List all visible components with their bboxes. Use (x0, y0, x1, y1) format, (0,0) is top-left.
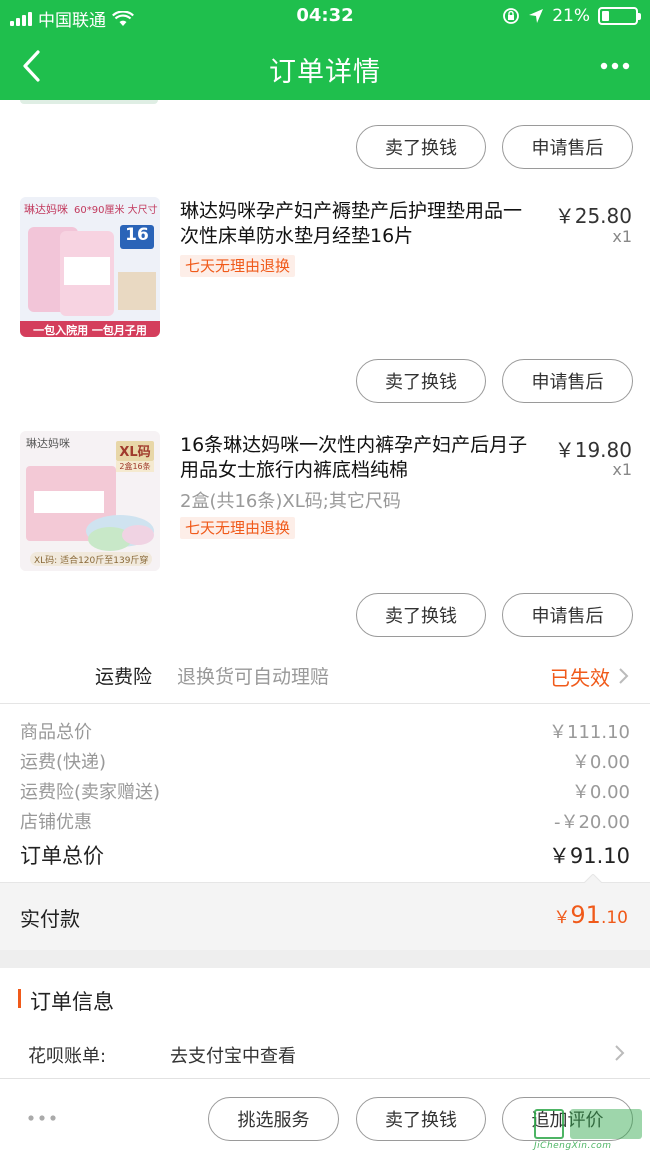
product-spec: 2盒(共16条)XL码;其它尺码 (180, 491, 401, 512)
paid-currency: ￥ (553, 908, 571, 928)
product-price: ￥19.80 (554, 438, 632, 462)
order-total-label: 订单总价 (20, 844, 104, 868)
watermark-logo (534, 1109, 564, 1139)
pad-package-image (20, 197, 160, 337)
thumb-size: 60*90厘米 大尺寸 (74, 205, 158, 216)
location-icon (529, 9, 544, 23)
summary-label: 运费险(卖家赠送) (20, 782, 161, 803)
huabei-label: 花呗账单: (28, 1046, 107, 1067)
summary-row: 运费(快递) ￥0.00 (20, 748, 630, 774)
watermark-url: JiChengXin.com (534, 1141, 612, 1151)
order-total-row: 订单总价 ￥91.10 (20, 840, 630, 870)
product-thumbnail[interactable]: 琳达妈咪 60*90厘米 大尺寸 16 一包入院用 一包月子用 (20, 197, 160, 337)
product-title[interactable]: 16条琳达妈咪一次性内裤孕产妇产后月子用品女士旅行内裤底档纯棉 (180, 433, 540, 483)
after-sale-button[interactable]: 申请售后 (502, 593, 633, 637)
sell-button[interactable]: 卖了换钱 (356, 125, 486, 169)
pick-service-button[interactable]: 挑选服务 (208, 1097, 339, 1141)
summary-label: 店铺优惠 (20, 812, 92, 833)
more-icon[interactable] (600, 62, 630, 70)
nav-bar: 订单详情 (0, 34, 650, 100)
thumb-banner: XL码: 适合120斤至139斤穿 (34, 556, 149, 566)
paid-integer: 91 (570, 901, 601, 929)
sell-button[interactable]: 卖了换钱 (356, 1097, 486, 1141)
summary-value: ￥111.10 (549, 722, 630, 743)
watermark: JiChengXin.com (530, 1107, 648, 1153)
thumb-brand: 琳达妈咪 (24, 203, 68, 216)
thumb-brand: 琳达妈咪 (26, 437, 70, 450)
paid-amount: ￥91.10 (553, 901, 628, 929)
divider (0, 703, 650, 704)
more-icon[interactable] (28, 1115, 56, 1121)
product-thumbnail[interactable]: 琳达妈咪 XL码 2盒16条 XL码: 适合120斤至139斤穿 (20, 431, 160, 571)
watermark-logo-text (570, 1109, 642, 1139)
previous-item-edge (20, 100, 158, 104)
summary-row: 运费险(卖家赠送) ￥0.00 (20, 778, 630, 804)
return-policy-tag: 七天无理由退换 (180, 517, 296, 539)
product-price: ￥25.80 (554, 204, 632, 228)
summary-value: -￥20.00 (553, 812, 630, 833)
return-policy-tag: 七天无理由退换 (180, 255, 296, 277)
summary-row: 店铺优惠 -￥20.00 (20, 808, 630, 834)
order-total-value: ￥91.10 (548, 844, 630, 868)
pointer-notch (583, 874, 603, 884)
summary-label: 运费(快递) (20, 752, 107, 773)
summary-value: ￥0.00 (571, 782, 630, 803)
product-quantity: x1 (612, 460, 632, 479)
order-info-header: 订单信息 (0, 968, 650, 1028)
battery-icon (598, 7, 641, 25)
thumb-sub: 2盒16条 (116, 461, 154, 472)
insurance-label: 运费险 (95, 666, 153, 688)
thumb-banner: 一包入院用 一包月子用 (33, 324, 147, 337)
after-sale-button[interactable]: 申请售后 (502, 125, 633, 169)
battery-level (602, 11, 609, 21)
page-title: 订单详情 (269, 57, 381, 88)
summary-row: 商品总价 ￥111.10 (20, 718, 630, 744)
rotation-lock-icon (503, 8, 520, 24)
battery-percent: 21% (552, 6, 590, 26)
paid-label: 实付款 (20, 907, 80, 931)
insurance-status: 已失效 (550, 666, 610, 690)
summary-label: 商品总价 (20, 722, 92, 743)
thumb-count: 16 (120, 225, 154, 249)
top-bar: 中国联通 04:32 21% 订单详情 (0, 0, 650, 100)
sell-button[interactable]: 卖了换钱 (356, 359, 486, 403)
product-quantity: x1 (612, 227, 632, 246)
section-gap (0, 950, 650, 968)
thumb-size: XL码 (116, 441, 154, 461)
huabei-row[interactable]: 花呗账单: 去支付宝中查看 (0, 1030, 650, 1076)
paid-decimal: .10 (600, 908, 628, 928)
sell-button[interactable]: 卖了换钱 (356, 593, 486, 637)
product-title[interactable]: 琳达妈咪孕产妇产褥垫产后护理垫用品一次性床单防水垫月经垫16片 (180, 199, 540, 249)
section-marker (18, 989, 21, 1008)
chevron-right-icon (619, 668, 629, 684)
summary-value: ￥0.00 (571, 752, 630, 773)
paid-section: 实付款 ￥91.10 (0, 874, 650, 950)
insurance-desc: 退换货可自动理赔 (177, 666, 330, 688)
status-bar: 中国联通 04:32 21% (0, 0, 650, 34)
chevron-right-icon (615, 1045, 625, 1061)
order-info-title: 订单信息 (30, 990, 114, 1014)
after-sale-button[interactable]: 申请售后 (502, 359, 633, 403)
shipping-insurance-row[interactable]: 运费险 退换货可自动理赔 已失效 (0, 652, 650, 696)
huabei-value: 去支付宝中查看 (170, 1046, 296, 1067)
bottom-action-bar: 挑选服务 卖了换钱 追加评价 JiChengXin.com (0, 1078, 650, 1155)
